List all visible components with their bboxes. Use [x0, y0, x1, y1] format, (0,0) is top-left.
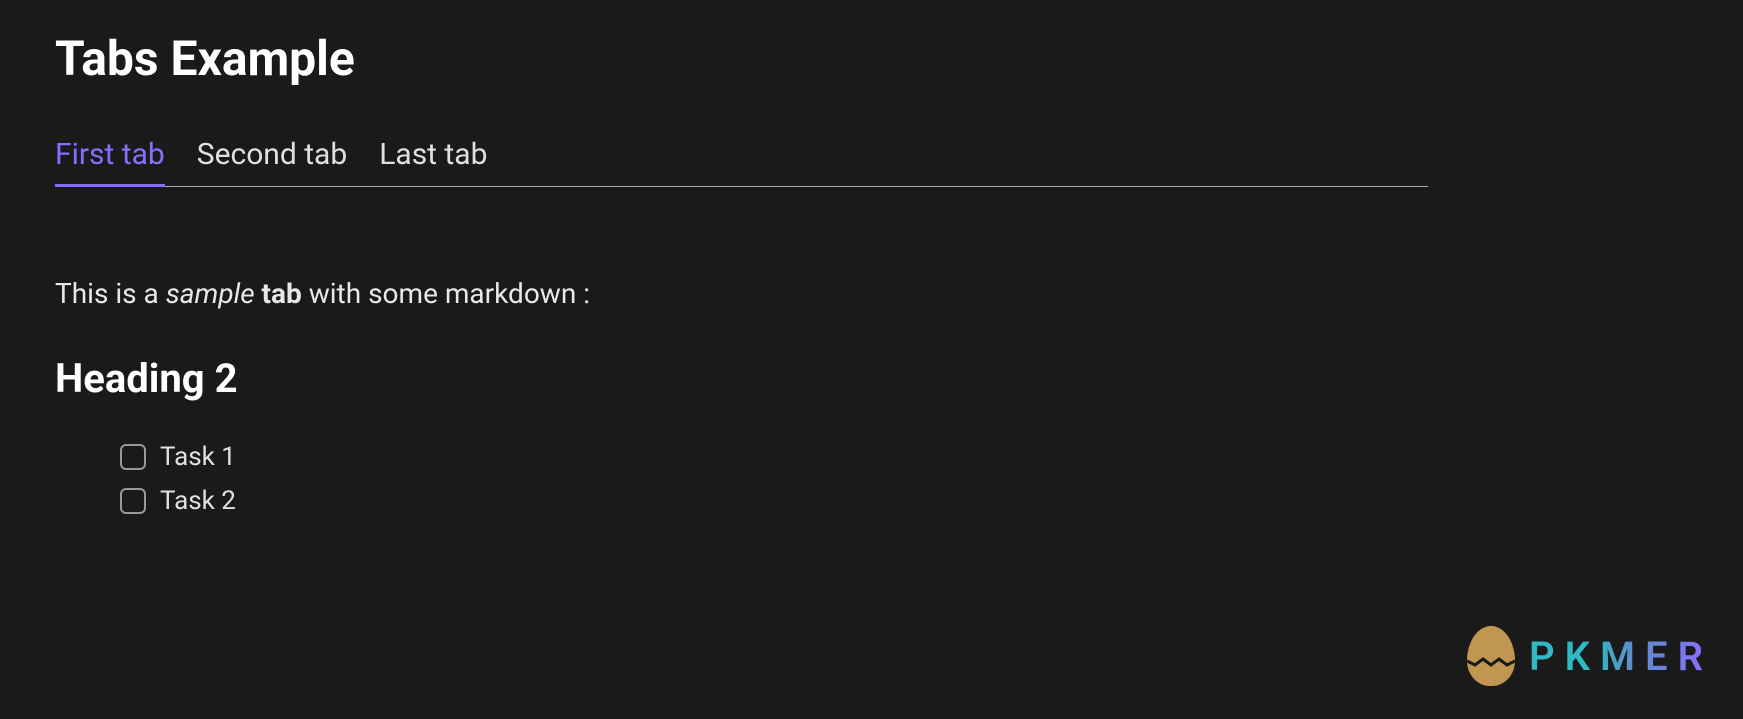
intro-text: This is a sample tab with some markdown …: [55, 277, 1688, 310]
watermark: PKMER: [1463, 623, 1713, 689]
checkbox-icon[interactable]: [120, 444, 146, 470]
tab-second[interactable]: Second tab: [197, 137, 347, 187]
tabs-row: First tab Second tab Last tab: [55, 137, 1428, 187]
checkbox-icon[interactable]: [120, 488, 146, 514]
intro-bold: tab: [262, 277, 302, 310]
intro-space: [255, 277, 262, 310]
intro-prefix: This is a: [55, 277, 166, 310]
task-label: Task 1: [160, 442, 236, 472]
intro-italic: sample: [166, 277, 255, 310]
task-label: Task 2: [160, 486, 236, 516]
tab-first[interactable]: First tab: [55, 137, 165, 187]
intro-suffix: with some markdown :: [302, 277, 590, 310]
brand-text: PKMER: [1529, 633, 1713, 680]
heading-2: Heading 2: [55, 355, 1688, 402]
page-title: Tabs Example: [55, 30, 1688, 87]
egg-icon: [1463, 623, 1519, 689]
tab-last[interactable]: Last tab: [379, 137, 487, 187]
task-item: Task 2: [120, 486, 1688, 516]
tab-content: This is a sample tab with some markdown …: [55, 277, 1688, 516]
task-item: Task 1: [120, 442, 1688, 472]
task-list: Task 1 Task 2: [55, 442, 1688, 516]
